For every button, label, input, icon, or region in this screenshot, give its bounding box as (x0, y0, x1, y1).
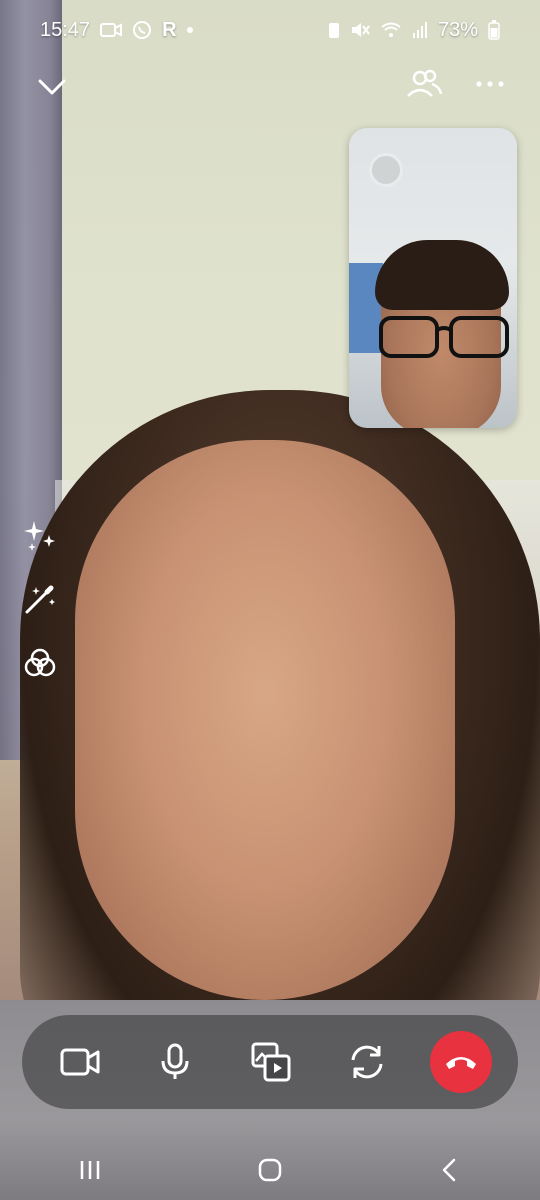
system-nav-bar (0, 1140, 540, 1200)
notification-dot (186, 27, 193, 33)
chevron-down-icon (38, 79, 66, 95)
home-button[interactable] (246, 1146, 294, 1194)
recent-apps-button[interactable] (66, 1146, 114, 1194)
switch-camera-button[interactable] (335, 1030, 399, 1094)
share-media-button[interactable] (239, 1030, 303, 1094)
switch-camera-icon (351, 1045, 383, 1079)
back-button[interactable] (426, 1146, 474, 1194)
end-call-icon (446, 1057, 477, 1069)
more-options-button[interactable] (472, 66, 508, 102)
remote-participant-face (75, 440, 455, 1000)
end-call-button[interactable] (430, 1031, 493, 1093)
carrier-letter: R (162, 18, 177, 41)
magic-wand-button[interactable] (20, 579, 60, 619)
recent-apps-icon (80, 1161, 100, 1179)
wifi-call-icon (380, 21, 402, 39)
collapse-call-button[interactable] (34, 68, 70, 104)
call-controls (22, 1015, 518, 1109)
participants-button[interactable] (404, 64, 444, 104)
status-right: 73% (328, 19, 500, 42)
glasses (379, 316, 509, 358)
sparkles-icon (24, 521, 55, 551)
status-bar: 15:47 R 73% (0, 0, 540, 60)
participants-icon (407, 69, 443, 97)
mute-icon (350, 21, 370, 39)
status-time: 15:47 (40, 18, 91, 41)
ceiling-light (369, 153, 403, 187)
call-top-bar (0, 60, 540, 110)
self-hair (375, 240, 509, 310)
filters-icon (24, 648, 56, 677)
battery-percent: 73% (437, 18, 478, 41)
home-icon (258, 1158, 282, 1182)
back-icon (442, 1158, 456, 1182)
filters-button[interactable] (20, 643, 60, 683)
video-call-icon (100, 22, 123, 38)
microphone-icon (161, 1043, 189, 1079)
effects-toolbar (20, 515, 60, 707)
signal-icon (412, 21, 428, 39)
video-camera-icon (60, 1048, 100, 1076)
whatsapp-icon (132, 20, 152, 40)
battery-saver-icon (328, 21, 340, 39)
self-view-pip[interactable] (349, 128, 517, 428)
toggle-video-button[interactable] (48, 1030, 112, 1094)
status-left: 15:47 R (40, 19, 193, 42)
battery-icon (488, 20, 500, 40)
more-options-icon (476, 81, 504, 87)
screen-share-icon (251, 1042, 291, 1082)
effects-button[interactable] (20, 515, 60, 555)
toggle-mic-button[interactable] (143, 1030, 207, 1094)
magic-wand-icon (25, 585, 55, 614)
